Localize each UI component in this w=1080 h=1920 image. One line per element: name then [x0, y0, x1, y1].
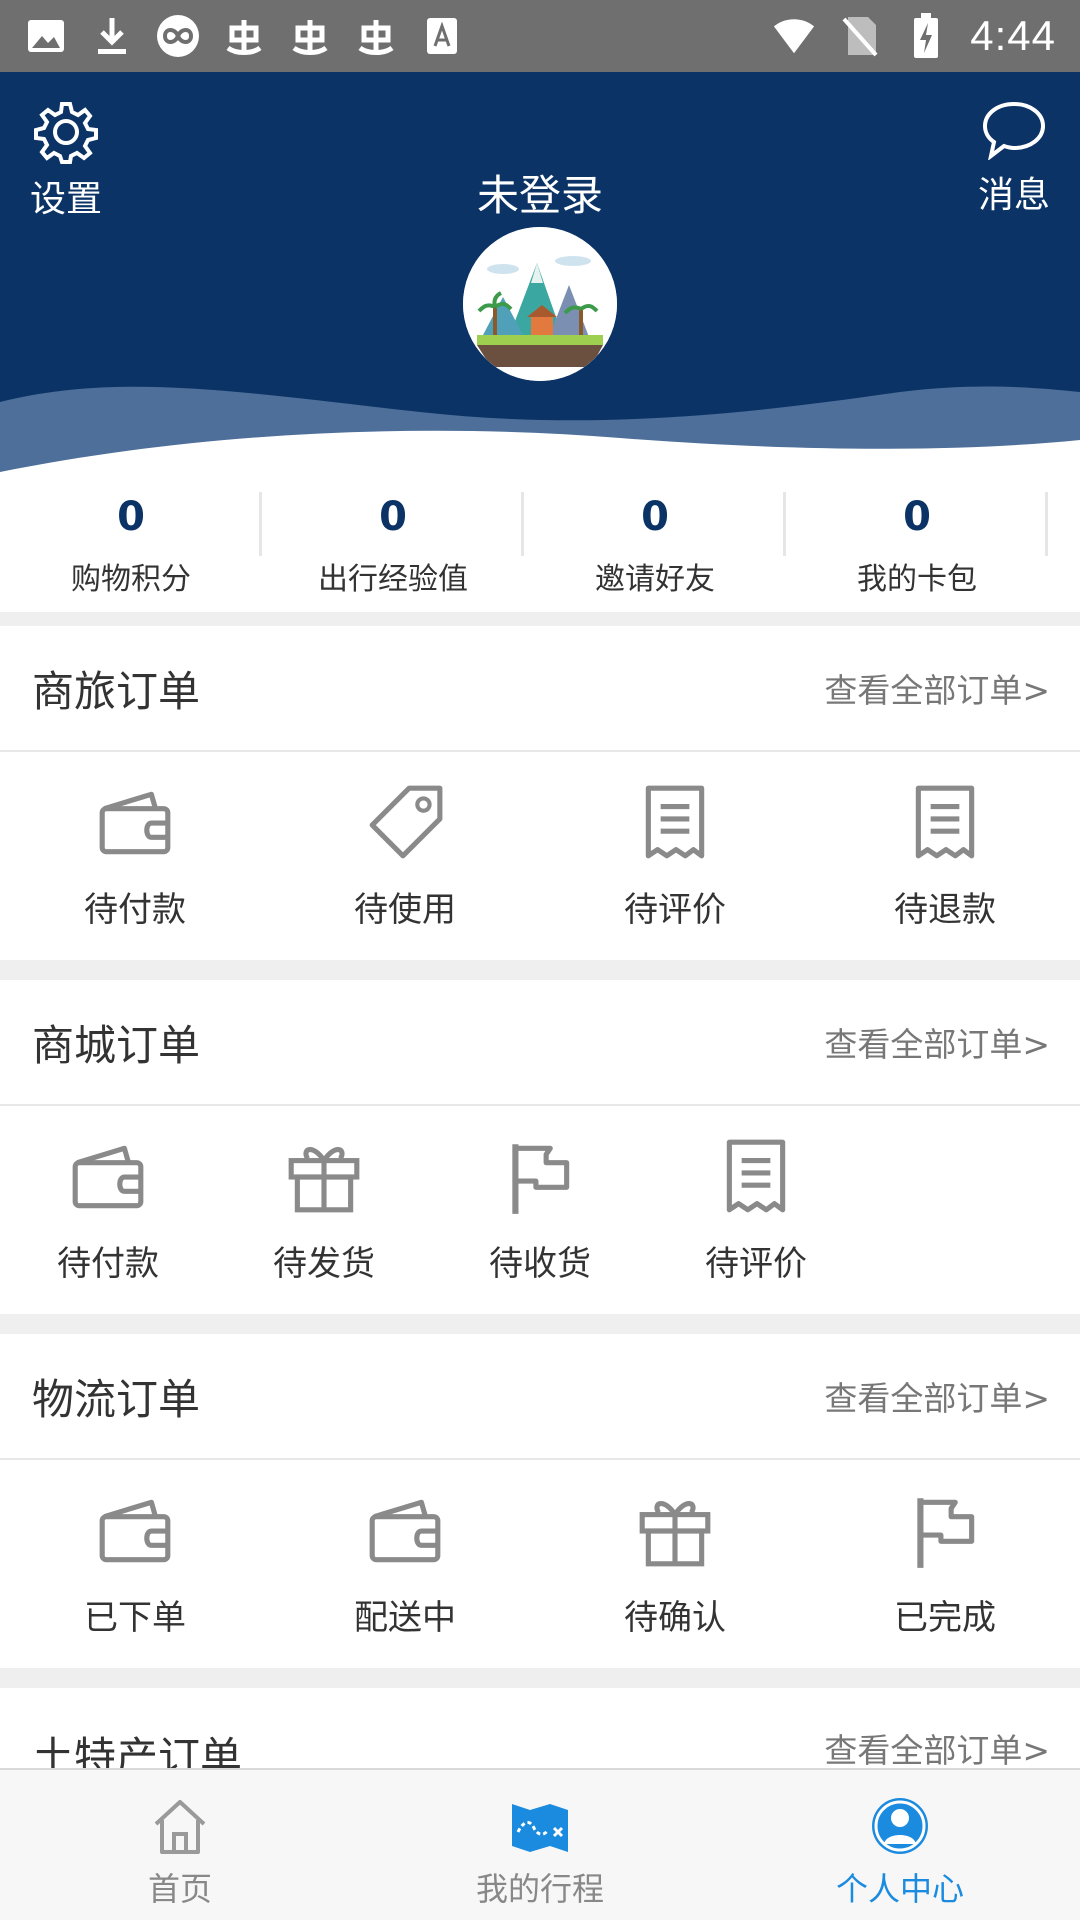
stat-value: 0 [903, 494, 931, 540]
message-button[interactable]: 消息 [954, 100, 1074, 218]
flag-icon [499, 1136, 581, 1218]
item-label: 待付款 [84, 890, 186, 930]
stat-label: 我的卡包 [857, 562, 977, 597]
item-label: 待评价 [624, 890, 726, 930]
section-title: 物流订单 [32, 1374, 201, 1424]
item-label: 待退款 [894, 890, 996, 930]
section-header: 物流订单 查看全部订单> [0, 1334, 1080, 1460]
download-icon [90, 14, 134, 58]
gift-icon [283, 1136, 365, 1218]
order-status-pending-receipt[interactable]: 待收货 [432, 1106, 648, 1314]
wallet-icon [94, 1490, 176, 1572]
nav-my-trips[interactable]: 我的行程 [360, 1770, 720, 1920]
infinity-icon [156, 14, 200, 58]
item-label: 待发货 [273, 1244, 375, 1284]
view-all-orders-link[interactable]: 查看全部订单> [824, 1018, 1050, 1066]
item-label: 待确认 [624, 1598, 726, 1638]
no-sim-icon [838, 14, 882, 58]
home-icon [154, 1800, 206, 1854]
stat-travel-experience[interactable]: 0 出行经验值 [262, 472, 524, 612]
stat-card-wallet[interactable]: 0 我的卡包 [786, 472, 1048, 612]
receipt-icon [904, 782, 986, 864]
bug-icon [222, 14, 266, 58]
tag-icon [364, 782, 446, 864]
avatar[interactable] [463, 227, 617, 381]
order-status-placed[interactable]: 已下单 [0, 1460, 270, 1668]
stat-label: 邀请好友 [595, 562, 715, 597]
nav-label: 个人中心 [835, 1870, 964, 1908]
flag-icon [904, 1490, 986, 1572]
order-status-pending-use[interactable]: 待使用 [270, 752, 540, 960]
stats-bar: 0 购物积分 0 出行经验值 0 邀请好友 0 我的卡包 [0, 472, 1080, 612]
view-all-orders-link[interactable]: 查看全部订单> [824, 664, 1050, 712]
stat-value: 0 [117, 494, 145, 540]
order-status-pending-review[interactable]: 待评价 [540, 752, 810, 960]
nav-personal-center[interactable]: 个人中心 [720, 1770, 1080, 1920]
view-all-orders-link[interactable]: 查看全部订单> [824, 1372, 1050, 1420]
wifi-icon [772, 14, 816, 58]
bottom-navigation: 首页 我的行程 个人中心 [0, 1768, 1080, 1920]
section-header: 商旅订单 查看全部订单> [0, 626, 1080, 752]
section-title: 商旅订单 [32, 666, 201, 716]
gift-icon [634, 1490, 716, 1572]
order-status-pending-payment[interactable]: 待付款 [0, 1106, 216, 1314]
item-label: 待付款 [57, 1244, 159, 1284]
section-local-specialty-orders: 土特产订单 查看全部订单> [0, 1688, 1080, 1768]
stat-label: 出行经验值 [318, 562, 468, 597]
nav-label: 首页 [147, 1870, 212, 1908]
receipt-icon [715, 1136, 797, 1218]
stat-invite-friends[interactable]: 0 邀请好友 [524, 472, 786, 612]
section-header: 土特产订单 查看全部订单> [0, 1688, 1080, 1768]
message-label: 消息 [977, 175, 1050, 216]
section-title: 土特产订单 [32, 1733, 243, 1768]
clock-time: 4:44 [970, 12, 1056, 59]
item-label: 已下单 [84, 1598, 186, 1638]
order-status-pending-review[interactable]: 待评价 [648, 1106, 864, 1314]
a-box-icon [420, 14, 464, 58]
wallet-icon [94, 782, 176, 864]
wallet-icon [364, 1490, 446, 1572]
landscape-avatar-icon [463, 227, 617, 381]
view-all-orders-link[interactable]: 查看全部订单> [824, 1724, 1050, 1768]
item-label: 配送中 [354, 1598, 456, 1638]
nav-label: 我的行程 [475, 1870, 604, 1908]
order-status-pending-payment[interactable]: 待付款 [0, 752, 270, 960]
bug-icon [354, 14, 398, 58]
bug-icon [288, 14, 332, 58]
profile-header: 设置 未登录 消息 [0, 72, 1080, 492]
status-bar: 4:44 [0, 0, 1080, 72]
wallet-icon [67, 1136, 149, 1218]
stat-label: 购物积分 [71, 562, 191, 597]
order-status-delivering[interactable]: 配送中 [270, 1460, 540, 1668]
order-status-pending-confirm[interactable]: 待确认 [540, 1460, 810, 1668]
item-label: 待使用 [354, 890, 456, 930]
map-icon [512, 1804, 568, 1852]
order-status-completed[interactable]: 已完成 [810, 1460, 1080, 1668]
login-status-title[interactable]: 未登录 [0, 162, 1080, 223]
receipt-icon [634, 782, 716, 864]
user-icon [872, 1798, 928, 1854]
order-status-pending-shipment[interactable]: 待发货 [216, 1106, 432, 1314]
section-title: 商城订单 [32, 1020, 201, 1070]
stat-shopping-points[interactable]: 0 购物积分 [0, 472, 262, 612]
section-mall-orders: 商城订单 查看全部订单> 待付款 待发货 待收货 待评价 [0, 980, 1080, 1314]
section-logistics-orders: 物流订单 查看全部订单> 已下单 配送中 待确认 已完成 [0, 1334, 1080, 1668]
section-header: 商城订单 查看全部订单> [0, 980, 1080, 1106]
item-label: 已完成 [894, 1598, 996, 1638]
nav-home[interactable]: 首页 [0, 1770, 360, 1920]
stat-value: 0 [641, 494, 669, 540]
item-label: 待收货 [489, 1244, 591, 1284]
chat-bubble-icon [981, 101, 1047, 164]
image-icon [24, 14, 68, 58]
battery-charging-icon [904, 13, 948, 58]
stat-value: 0 [379, 494, 407, 540]
item-label: 待评价 [705, 1244, 807, 1284]
section-travel-orders: 商旅订单 查看全部订单> 待付款 待使用 待评价 待退款 [0, 626, 1080, 960]
order-status-pending-refund[interactable]: 待退款 [810, 752, 1080, 960]
